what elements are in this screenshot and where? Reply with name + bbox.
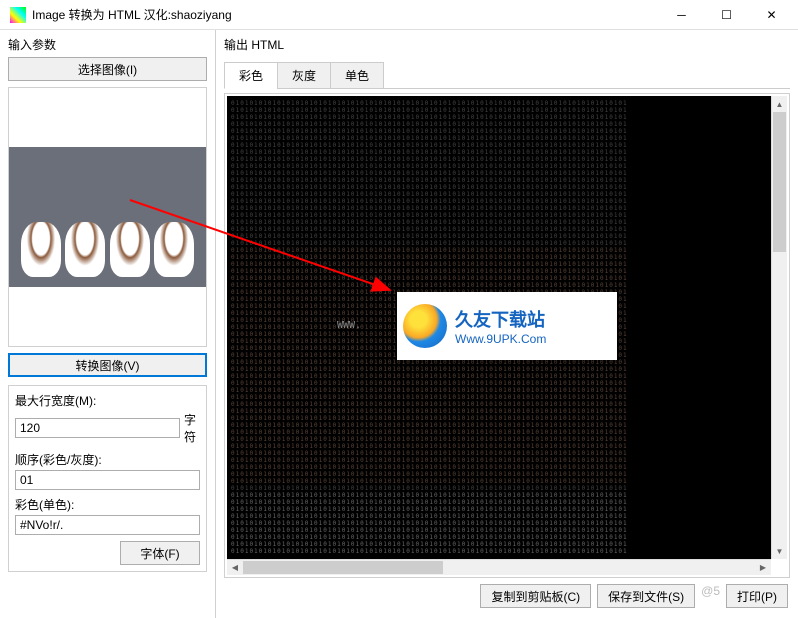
preview-content xyxy=(21,222,61,277)
tab-mono[interactable]: 单色 xyxy=(330,62,384,89)
max-width-label: 最大行宽度(M): xyxy=(15,392,200,409)
watermark-cn-text: 久友下载站 xyxy=(455,306,546,332)
color-input[interactable] xyxy=(15,515,200,535)
copy-clipboard-button[interactable]: 复制到剪贴板(C) xyxy=(480,584,591,608)
options-section: 最大行宽度(M): 字符 顺序(彩色/灰度): 彩色(单色): 字体(F) xyxy=(8,385,207,572)
output-actions: 复制到剪贴板(C) 保存到文件(S) @5 打印(P) xyxy=(224,578,790,614)
font-button[interactable]: 字体(F) xyxy=(120,541,200,565)
preview-content xyxy=(110,222,150,277)
scroll-right-icon[interactable]: ▶ xyxy=(755,560,771,575)
image-preview-area xyxy=(8,87,207,347)
input-params-panel: 输入参数 选择图像(I) 转换图像(V) 最大行宽度(M): 字符 xyxy=(0,30,216,618)
title-bar: Image 转换为 HTML 汉化:shaoziyang ─ ☐ ✕ xyxy=(0,0,798,30)
output-panel-label: 输出 HTML xyxy=(224,36,790,53)
output-viewer: 0101010101010101010101010101010101010101… xyxy=(224,93,790,578)
max-width-input[interactable] xyxy=(15,418,180,438)
output-panel: 输出 HTML 彩色 灰度 单色 01010101010101010101010… xyxy=(216,30,798,618)
watermark-left-text: WWW. xyxy=(337,320,361,331)
hscroll-thumb[interactable] xyxy=(243,561,443,574)
scroll-up-icon[interactable]: ▲ xyxy=(772,96,787,112)
window-title: Image 转换为 HTML 汉化:shaoziyang xyxy=(32,6,659,23)
save-file-button[interactable]: 保存到文件(S) xyxy=(597,584,695,608)
scroll-left-icon[interactable]: ◀ xyxy=(227,560,243,575)
close-button[interactable]: ✕ xyxy=(749,0,794,29)
order-label: 顺序(彩色/灰度): xyxy=(15,451,200,468)
select-image-button[interactable]: 选择图像(I) xyxy=(8,57,207,81)
app-icon xyxy=(10,7,26,23)
watermark-en-text: Www.9UPK.Com xyxy=(455,332,546,346)
maximize-button[interactable]: ☐ xyxy=(704,0,749,29)
tab-color[interactable]: 彩色 xyxy=(224,62,278,89)
input-panel-label: 输入参数 xyxy=(8,36,207,53)
watermark-overlay: WWW. 久友下载站 Www.9UPK.Com xyxy=(397,292,617,360)
print-button[interactable]: 打印(P) xyxy=(726,584,788,608)
max-width-suffix: 字符 xyxy=(184,411,200,445)
preview-content xyxy=(154,222,194,277)
preview-image xyxy=(9,147,206,287)
minimize-button[interactable]: ─ xyxy=(659,0,704,29)
tab-grayscale[interactable]: 灰度 xyxy=(277,62,331,89)
footer-note: @5 xyxy=(701,584,720,608)
vscroll-thumb[interactable] xyxy=(773,112,786,252)
horizontal-scrollbar[interactable]: ◀ ▶ xyxy=(227,559,771,575)
color-label: 彩色(单色): xyxy=(15,496,200,513)
watermark-logo-icon xyxy=(403,304,447,348)
scroll-down-icon[interactable]: ▼ xyxy=(772,543,787,559)
output-tabs: 彩色 灰度 单色 xyxy=(224,61,790,89)
vertical-scrollbar[interactable]: ▲ ▼ xyxy=(771,96,787,559)
preview-content xyxy=(65,222,105,277)
convert-image-button[interactable]: 转换图像(V) xyxy=(8,353,207,377)
order-input[interactable] xyxy=(15,470,200,490)
